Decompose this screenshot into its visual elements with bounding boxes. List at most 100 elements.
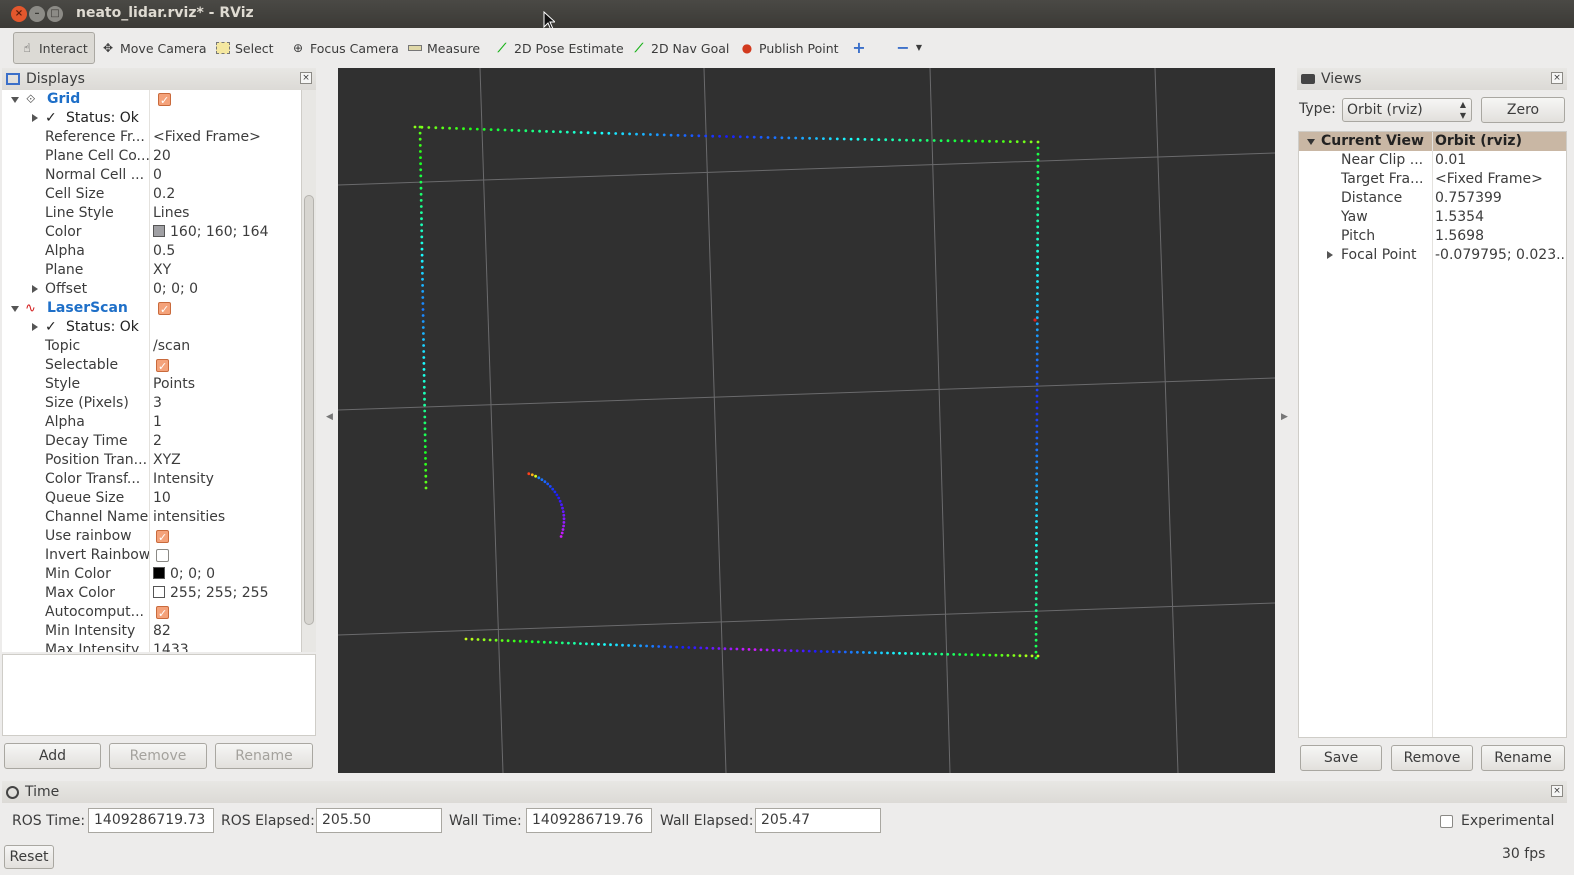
add-tool-button[interactable]: + <box>852 32 866 64</box>
view-property-value: 1.5698 <box>1435 228 1484 244</box>
laserscan-property-row[interactable]: Autocomput... <box>2 603 301 623</box>
wall-time-field[interactable]: 1409286719.76 <box>526 808 652 833</box>
laserscan-property-row[interactable]: Color Transf... Intensity <box>2 470 301 489</box>
scan-point <box>423 415 427 419</box>
laserscan-property-row[interactable]: Max Intensity 1433 <box>2 641 301 652</box>
remove-tool-button[interactable]: − ▼ <box>896 32 923 64</box>
grid-property-row[interactable]: Plane XY <box>2 261 301 280</box>
grid-property-row[interactable]: Color 160; 160; 164 <box>2 223 301 242</box>
zero-view-button[interactable]: Zero <box>1481 97 1565 123</box>
ros-elapsed-field[interactable]: 205.50 <box>316 808 442 833</box>
2d-nav-goal-tool-button[interactable]: ⟋ 2D Nav Goal <box>632 32 730 64</box>
scrollbar-thumb[interactable] <box>304 195 314 625</box>
laserscan-property-row[interactable]: Size (Pixels) 3 <box>2 394 301 413</box>
scan-point <box>1035 514 1038 517</box>
displays-scrollbar[interactable] <box>301 90 316 652</box>
rename-view-button[interactable]: Rename <box>1481 745 1565 771</box>
expand-arrow-icon[interactable] <box>32 114 38 122</box>
view-property-row[interactable]: Target Fra... <Fixed Frame> <box>1299 170 1566 189</box>
focus-camera-tool-button[interactable]: ⊕ Focus Camera <box>291 32 399 64</box>
remove-display-button[interactable]: Remove <box>109 743 207 769</box>
window-close-button[interactable]: × <box>11 6 27 22</box>
laserscan-property-row[interactable]: Min Intensity 82 <box>2 622 301 641</box>
save-view-button[interactable]: Save <box>1300 745 1382 771</box>
display-item-grid[interactable]: ⟐ Grid <box>2 90 301 110</box>
close-icon[interactable]: × <box>300 72 312 84</box>
add-display-button[interactable]: Add <box>4 743 101 769</box>
wall-elapsed-field[interactable]: 205.47 <box>755 808 881 833</box>
laserscan-property-row[interactable]: Channel Name intensities <box>2 508 301 527</box>
collapse-right-icon[interactable]: ▶ <box>1281 412 1288 422</box>
grid-status-row[interactable]: ✓ Status: Ok <box>2 109 301 128</box>
laserscan-property-checkbox[interactable] <box>156 528 169 547</box>
experimental-checkbox[interactable] <box>1440 815 1453 828</box>
select-tool-button[interactable]: Select <box>216 32 274 64</box>
grid-property-row[interactable]: Normal Cell ... 0 <box>2 166 301 185</box>
scan-point <box>419 192 423 196</box>
scan-point <box>1034 615 1038 618</box>
expand-arrow-icon[interactable] <box>32 285 38 293</box>
view-property-row[interactable]: Focal Point -0.079795; 0.023... <box>1299 246 1566 265</box>
laserscan-property-row[interactable]: Min Color 0; 0; 0 <box>2 565 301 584</box>
scan-point <box>1036 267 1039 271</box>
laserscan-property-checkbox[interactable] <box>156 357 169 376</box>
scan-point <box>765 648 769 652</box>
display-item-laserscan[interactable]: ∿ LaserScan <box>2 299 301 319</box>
laserscan-property-row[interactable]: Queue Size 10 <box>2 489 301 508</box>
laserscan-property-row[interactable]: Alpha 1 <box>2 413 301 432</box>
grid-property-row[interactable]: Alpha 0.5 <box>2 242 301 261</box>
laserscan-property-row[interactable]: Selectable <box>2 356 301 376</box>
laserscan-status-row[interactable]: ✓ Status: Ok <box>2 318 301 337</box>
grid-enabled-checkbox[interactable] <box>158 91 171 110</box>
expand-arrow-icon[interactable] <box>11 97 19 103</box>
view-property-row[interactable]: Yaw 1.5354 <box>1299 208 1566 227</box>
close-icon[interactable]: × <box>1551 785 1563 797</box>
expand-arrow-icon[interactable] <box>32 323 38 331</box>
collapse-left-icon[interactable]: ◀ <box>326 412 333 422</box>
laserscan-enabled-checkbox[interactable] <box>158 300 171 319</box>
expand-arrow-icon[interactable] <box>11 306 19 312</box>
laserscan-property-row[interactable]: Topic/scan <box>2 337 301 356</box>
laserscan-property-row[interactable]: Position Tran... XYZ <box>2 451 301 470</box>
grid-property-row[interactable]: Offset 0; 0; 0 <box>2 280 301 299</box>
publish-point-tool-button[interactable]: ● Publish Point <box>740 32 839 64</box>
reset-button[interactable]: Reset <box>4 845 54 869</box>
laserscan-property-checkbox[interactable] <box>156 604 169 623</box>
grid-property-row[interactable]: Line Style Lines <box>2 204 301 223</box>
window-maximize-button[interactable]: □ <box>47 6 63 22</box>
scan-point <box>494 638 498 642</box>
interact-tool-button[interactable]: ☝ Interact <box>13 32 95 64</box>
scan-point <box>427 126 431 129</box>
select-tool-label: Select <box>235 40 274 56</box>
measure-tool-button[interactable]: Measure <box>408 32 480 64</box>
move-camera-tool-button[interactable]: ✥ Move Camera <box>101 32 207 64</box>
grid-property-row[interactable]: Cell Size 0.2 <box>2 185 301 204</box>
scan-point <box>813 649 817 653</box>
laserscan-property-value-cell: 10 <box>153 489 171 508</box>
laserscan-property-checkbox[interactable] <box>156 549 169 562</box>
laserscan-property-row[interactable]: Use rainbow <box>2 527 301 547</box>
laserscan-property-row[interactable]: Invert Rainbow <box>2 546 301 565</box>
laserscan-property-row[interactable]: Decay Time 2 <box>2 432 301 451</box>
laserscan-property-row[interactable]: Max Color 255; 255; 255 <box>2 584 301 603</box>
laserscan-property-row[interactable]: Style Points <box>2 375 301 394</box>
expand-arrow-icon[interactable] <box>1307 139 1315 145</box>
rename-display-button[interactable]: Rename <box>215 743 313 769</box>
scan-point <box>1036 298 1039 301</box>
expand-arrow-icon[interactable] <box>1327 251 1333 259</box>
current-view-row[interactable]: Current View Orbit (rviz) <box>1299 132 1566 151</box>
grid-property-row[interactable]: Plane Cell Co... 20 <box>2 147 301 166</box>
view-property-row[interactable]: Pitch 1.5698 <box>1299 227 1566 246</box>
grid-property-row[interactable]: Reference Fr... <Fixed Frame> <box>2 128 301 147</box>
view-type-select[interactable]: Orbit (rviz) ▲ ▼ <box>1342 98 1472 122</box>
ros-time-field[interactable]: 1409286719.73 <box>88 808 214 833</box>
3d-render-viewport[interactable] <box>338 68 1275 773</box>
window-minimize-button[interactable]: – <box>29 6 45 22</box>
remove-view-button[interactable]: Remove <box>1391 745 1473 771</box>
view-property-row[interactable]: Near Clip ... 0.01 <box>1299 151 1566 170</box>
scan-point <box>551 487 555 491</box>
close-icon[interactable]: × <box>1551 72 1563 84</box>
green-arrow-icon: ⟋ <box>497 41 507 55</box>
2d-pose-estimate-tool-button[interactable]: ⟋ 2D Pose Estimate <box>495 32 624 64</box>
view-property-row[interactable]: Distance 0.757399 <box>1299 189 1566 208</box>
